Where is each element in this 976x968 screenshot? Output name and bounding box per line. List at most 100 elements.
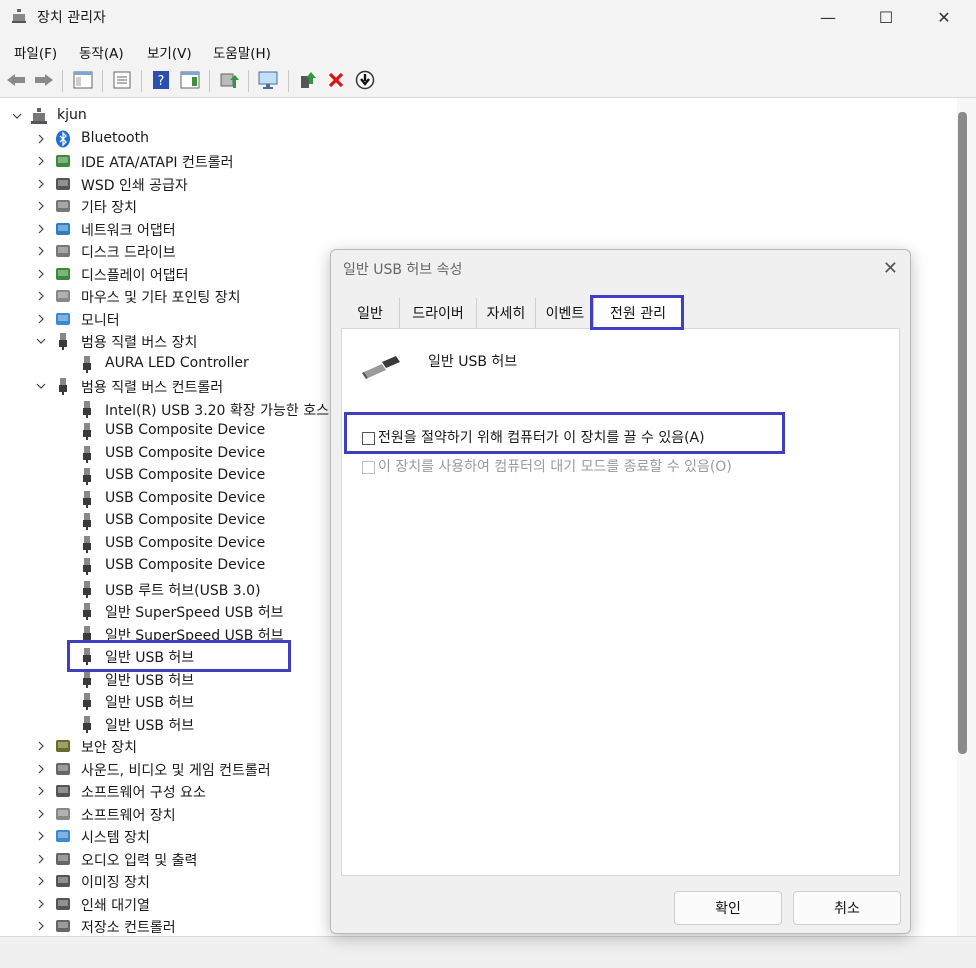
chevron-right-icon[interactable] bbox=[36, 201, 46, 211]
chevron-right-icon[interactable] bbox=[36, 269, 46, 279]
properties-dialog: 일반 USB 허브 속성 ✕ 일반 드라이버 자세히 이벤트 전원 관리 일반 … bbox=[330, 249, 911, 934]
tree-category[interactable]: Bluetooth bbox=[0, 128, 940, 150]
tree-category[interactable]: IDE ATA/ATAPI 컨트롤러 bbox=[0, 150, 940, 172]
tree-item-label: 디스플레이 어댑터 bbox=[81, 267, 189, 284]
toolbar-divider bbox=[102, 70, 103, 92]
toolbar-divider bbox=[288, 70, 289, 92]
scan-hardware-button[interactable] bbox=[258, 70, 278, 90]
security-device-icon bbox=[54, 737, 72, 755]
menu-view[interactable]: 보기(V) bbox=[147, 42, 192, 62]
tree-item-label: 오디오 입력 및 출력 bbox=[81, 852, 198, 869]
chevron-down-icon[interactable] bbox=[12, 111, 22, 121]
print-queue-icon bbox=[54, 895, 72, 913]
enable-device-icon bbox=[301, 72, 316, 88]
bluetooth-icon bbox=[54, 130, 72, 148]
usb-connector-icon bbox=[78, 355, 96, 373]
scan-hardware-icon bbox=[258, 71, 278, 89]
close-button[interactable]: ✕ bbox=[916, 0, 972, 34]
tree-item-label: USB Composite Device bbox=[105, 534, 266, 551]
chevron-right-icon[interactable] bbox=[36, 134, 46, 144]
network-adapter-icon bbox=[54, 220, 72, 238]
allow-wake-label: 이 장치를 사용하여 컴퓨터의 대기 모드를 종료할 수 있음(O) bbox=[378, 459, 732, 475]
chevron-right-icon[interactable] bbox=[36, 741, 46, 751]
chevron-right-icon[interactable] bbox=[36, 246, 46, 256]
close-icon: ✕ bbox=[882, 258, 898, 279]
tree-category[interactable]: WSD 인쇄 공급자 bbox=[0, 173, 940, 195]
usb-connector-icon bbox=[54, 332, 72, 350]
computer-icon bbox=[30, 107, 48, 125]
maximize-icon: ☐ bbox=[878, 7, 894, 27]
dialog-title: 일반 USB 허브 속성 bbox=[343, 262, 463, 278]
chevron-down-icon[interactable] bbox=[36, 381, 46, 391]
chevron-right-icon[interactable] bbox=[36, 786, 46, 796]
tree-item-label: USB 루트 허브(USB 3.0) bbox=[105, 582, 261, 599]
chevron-right-icon[interactable] bbox=[36, 854, 46, 864]
ide-controller-icon bbox=[54, 152, 72, 170]
tree-item-label: Bluetooth bbox=[81, 129, 149, 146]
tree-category[interactable]: 기타 장치 bbox=[0, 195, 940, 217]
usb-connector-icon bbox=[78, 400, 96, 418]
menu-help[interactable]: 도움말(H) bbox=[213, 42, 271, 62]
usb-connector-icon bbox=[78, 512, 96, 530]
tree-item-label: kjun bbox=[57, 107, 87, 123]
forward-button[interactable] bbox=[34, 70, 54, 90]
chevron-right-icon[interactable] bbox=[36, 809, 46, 819]
enable-device-button[interactable] bbox=[298, 70, 318, 90]
tab-highlight-box bbox=[590, 295, 684, 330]
minimize-button[interactable]: — bbox=[800, 0, 856, 34]
chevron-right-icon[interactable] bbox=[36, 764, 46, 774]
toolbar-divider bbox=[248, 70, 249, 92]
tree-item-label: 기타 장치 bbox=[81, 200, 137, 216]
audio-icon bbox=[54, 850, 72, 868]
storage-controller-icon bbox=[54, 917, 72, 935]
chevron-right-icon[interactable] bbox=[36, 156, 46, 166]
ok-button[interactable]: 확인 bbox=[674, 891, 782, 925]
usb-connector-icon bbox=[78, 422, 96, 440]
ok-label: 확인 bbox=[715, 901, 741, 917]
tab-general[interactable]: 일반 bbox=[341, 298, 400, 328]
tree-root[interactable]: kjun bbox=[0, 105, 940, 127]
disk-drive-icon bbox=[54, 242, 72, 260]
maximize-button[interactable]: ☐ bbox=[858, 0, 914, 34]
chevron-right-icon[interactable] bbox=[36, 831, 46, 841]
chevron-right-icon[interactable] bbox=[36, 921, 46, 931]
toolbar-divider bbox=[141, 70, 142, 92]
tree-item-label: USB Composite Device bbox=[105, 489, 266, 506]
menu-bar: 파일(F) 동작(A) 보기(V) 도움말(H) bbox=[0, 34, 976, 64]
tree-category[interactable]: 네트워크 어댑터 bbox=[0, 218, 940, 240]
cancel-button[interactable]: 취소 bbox=[793, 891, 901, 925]
chevron-right-icon[interactable] bbox=[36, 899, 46, 909]
back-arrow-icon bbox=[7, 74, 25, 86]
update-driver-button[interactable] bbox=[219, 70, 239, 90]
help-button[interactable]: ? bbox=[151, 70, 171, 90]
tree-item-label: 소프트웨어 구성 요소 bbox=[81, 785, 206, 801]
vertical-scroll-thumb[interactable] bbox=[958, 112, 967, 754]
tree-item-label: 모니터 bbox=[81, 312, 120, 329]
uninstall-device-button[interactable] bbox=[326, 70, 346, 90]
menu-action[interactable]: 동작(A) bbox=[79, 42, 124, 62]
action-pane-button[interactable] bbox=[180, 70, 200, 90]
chevron-down-icon[interactable] bbox=[36, 336, 46, 346]
chevron-right-icon[interactable] bbox=[36, 224, 46, 234]
tab-details[interactable]: 자세히 bbox=[477, 298, 536, 328]
chevron-right-icon[interactable] bbox=[36, 179, 46, 189]
menu-file[interactable]: 파일(F) bbox=[14, 42, 57, 62]
close-icon: ✕ bbox=[937, 7, 951, 27]
down-arrow-circle-icon bbox=[355, 70, 375, 90]
dialog-close-button[interactable]: ✕ bbox=[883, 258, 898, 279]
chevron-right-icon[interactable] bbox=[36, 291, 46, 301]
tree-item-label: 일반 USB 허브 bbox=[105, 695, 195, 711]
tab-driver[interactable]: 드라이버 bbox=[400, 298, 477, 328]
status-bar bbox=[0, 936, 976, 968]
chevron-right-icon[interactable] bbox=[36, 314, 46, 324]
toolbar: ? bbox=[0, 64, 976, 98]
tab-events[interactable]: 이벤트 bbox=[536, 298, 595, 328]
toolbar-divider bbox=[62, 70, 63, 92]
show-hide-tree-button[interactable] bbox=[73, 70, 93, 90]
usb-connector-icon bbox=[78, 580, 96, 598]
chevron-right-icon[interactable] bbox=[36, 876, 46, 886]
back-button[interactable] bbox=[6, 70, 26, 90]
disable-device-button[interactable] bbox=[355, 70, 375, 90]
properties-button[interactable] bbox=[112, 70, 132, 90]
tree-item-label: 일반 SuperSpeed USB 허브 bbox=[105, 605, 284, 621]
